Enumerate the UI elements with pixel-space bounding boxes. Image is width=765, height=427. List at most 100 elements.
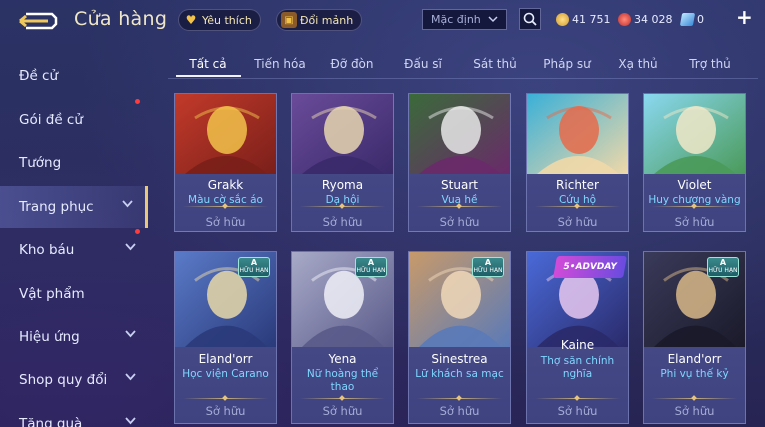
chevron-down-icon [125, 243, 136, 251]
sidebar-item[interactable]: Vật phẩm [0, 273, 148, 315]
sidebar-item[interactable]: Tướng [0, 142, 148, 184]
skin-card[interactable]: Grakk Màu cờ sắc áo Sở hữu [174, 93, 277, 232]
diamond-currency: 0 [679, 10, 704, 28]
limited-badge: A HỮU HẠN [472, 257, 504, 277]
badge-label: HỮU HẠN [473, 267, 503, 274]
skin-hero-name: Yena [328, 352, 357, 366]
skin-portrait [527, 94, 628, 174]
sidebar-item-label: Trang phục [19, 199, 94, 215]
tab[interactable]: Xạ thủ [618, 57, 657, 71]
badge-label: HỮU HẠN [356, 267, 386, 274]
skin-card[interactable]: A HỮU HẠN Eland'orr Phi vụ thế kỷ Sở hữu [643, 251, 746, 424]
skin-hero-name: Eland'orr [198, 352, 253, 366]
favorites-label: Yêu thích [202, 13, 252, 27]
skin-hero-name: Ryoma [321, 178, 364, 192]
sidebar-item[interactable]: Kho báu [0, 229, 148, 271]
diamond-amount: 0 [697, 12, 704, 26]
sort-value: Mặc định [431, 13, 481, 26]
sidebar-item[interactable]: Shop quy đổi [0, 359, 148, 401]
owned-label: Sở hữu [674, 404, 715, 418]
skin-name: Thợ săn chính nghĩa [540, 355, 615, 380]
fragments-label: Đổi mảnh [300, 13, 354, 27]
category-tabs: Tất cả Tiến hóa Đỡ đòn Đấu sĩ Sát thủ Pháp sư… [168, 52, 758, 78]
badge-rank: A [719, 258, 727, 267]
badge-label: HỮU HẠN [708, 267, 738, 274]
chest-icon: ▣ [281, 12, 297, 28]
skin-card[interactable]: Stuart Vua hề Sở hữu [408, 93, 511, 232]
sidebar-item-label: Tặng quà [19, 416, 83, 427]
tab[interactable]: Pháp sư [543, 57, 590, 71]
card-divider [300, 206, 385, 207]
gold-coin-icon [556, 12, 569, 26]
tab[interactable]: Tiến hóa [254, 57, 305, 71]
tab[interactable]: Đấu sĩ [404, 57, 442, 71]
back-arrow-icon [19, 12, 58, 30]
skin-card[interactable]: 5•ADVDAY Kaine Thợ săn chính nghĩa Sở hữu [526, 251, 629, 424]
sidebar-item[interactable]: Tặng quà [0, 403, 148, 427]
event-badge: 5•ADVDAY [553, 256, 627, 278]
sidebar-item[interactable]: Gói đề cử [0, 99, 148, 141]
sidebar-item[interactable]: Đề cử [0, 55, 148, 97]
skin-card[interactable]: A HỮU HẠN Sinestrea Lữ khách sa mạc Sở hữu [408, 251, 511, 424]
owned-label: Sở hữu [439, 404, 480, 418]
skin-hero-name: Richter [556, 178, 599, 192]
limited-badge: A HỮU HẠN [238, 257, 270, 277]
owned-label: Sở hữu [674, 215, 715, 229]
card-divider [535, 206, 620, 207]
voucher-icon [618, 12, 631, 26]
badge-label: HỮU HẠN [239, 267, 269, 274]
active-tab-underline [176, 75, 241, 77]
sidebar-item[interactable]: Trang phục [0, 186, 148, 228]
search-button[interactable] [519, 8, 541, 30]
skin-name: Lữ khách sa mạc [415, 368, 504, 380]
page-title: Cửa hàng [74, 8, 168, 30]
tab[interactable]: Trợ thủ [689, 57, 731, 71]
add-currency-button[interactable]: + [736, 7, 753, 27]
skin-card[interactable]: Ryoma Dạ hội Sở hữu [291, 93, 394, 232]
sidebar-item[interactable]: Hiệu ứng [0, 316, 148, 358]
sidebar-item-label: Tướng [19, 155, 62, 171]
skin-portrait [175, 94, 276, 174]
skin-name: Học viện Carano [182, 368, 269, 380]
skin-portrait [292, 94, 393, 174]
owned-label: Sở hữu [205, 404, 246, 418]
card-divider [183, 206, 268, 207]
sidebar-item-label: Kho báu [19, 242, 75, 258]
tab[interactable]: Đỡ đòn [330, 57, 373, 71]
card-divider [417, 398, 502, 399]
top-bar: Cửa hàng ♥ Yêu thích ▣ Đổi mảnh Mặc định… [0, 0, 765, 40]
sidebar-item-label: Đề cử [19, 68, 59, 84]
sort-dropdown[interactable]: Mặc định [422, 9, 507, 30]
skin-portrait [409, 94, 510, 174]
sidebar: Đề cử Gói đề cử Tướng Trang phục Kho báu Vật … [0, 52, 148, 427]
skin-hero-name: Sinestrea [431, 352, 488, 366]
card-divider [652, 206, 737, 207]
skin-name: Phi vụ thế kỷ [660, 368, 729, 380]
search-icon [523, 12, 537, 26]
skin-hero-name: Eland'orr [667, 352, 722, 366]
skin-card[interactable]: Richter Cứu hộ Sở hữu [526, 93, 629, 232]
skin-card[interactable]: A HỮU HẠN Yena Nữ hoàng thể thao Sở hữu [291, 251, 394, 424]
chevron-down-icon [125, 330, 136, 338]
tab[interactable]: Sát thủ [473, 57, 516, 71]
favorites-button[interactable]: ♥ Yêu thích [178, 9, 261, 31]
card-divider [300, 398, 385, 399]
skin-card[interactable]: Violet Huy chương vàng Sở hữu [643, 93, 746, 232]
exchange-fragments-button[interactable]: ▣ Đổi mảnh [276, 9, 363, 31]
skin-card[interactable]: A HỮU HẠN Eland'orr Học viện Carano Sở hữu [174, 251, 277, 424]
chevron-down-icon [122, 200, 133, 208]
back-button[interactable] [18, 10, 58, 32]
heart-icon: ♥ [185, 13, 197, 27]
badge-rank: A [367, 258, 375, 267]
skin-name: Nữ hoàng thể thao [306, 368, 379, 393]
limited-badge: A HỮU HẠN [707, 257, 739, 277]
sidebar-item-label: Gói đề cử [19, 112, 83, 128]
skin-hero-name: Kaine [560, 338, 595, 352]
sidebar-item-label: Shop quy đổi [19, 372, 108, 388]
gold-amount: 41 751 [572, 12, 611, 26]
sidebar-item-label: Hiệu ứng [19, 329, 80, 345]
tab[interactable]: Tất cả [189, 57, 226, 71]
voucher-amount: 34 028 [634, 12, 673, 26]
notification-dot [135, 99, 140, 104]
owned-label: Sở hữu [322, 404, 363, 418]
